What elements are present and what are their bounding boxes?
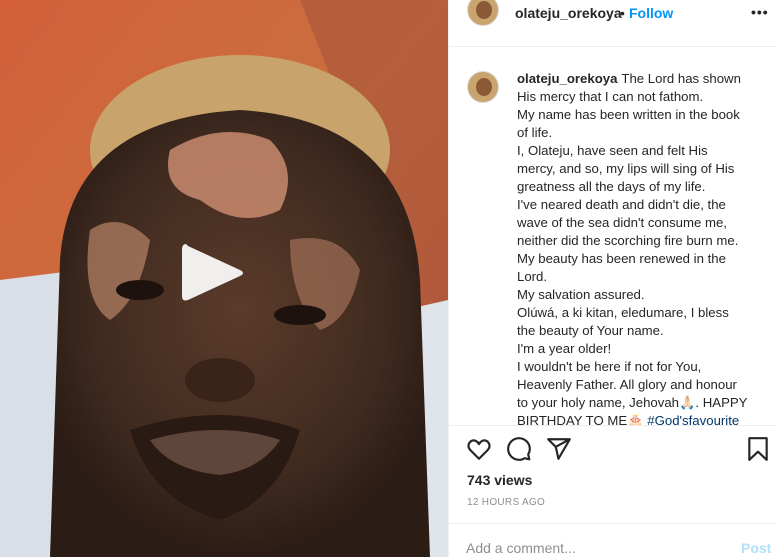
caption-line: greatness all the days of my life. bbox=[517, 179, 706, 194]
caption-line: BIRTHDAY TO ME🎂 #God'sfavourite bbox=[517, 412, 767, 425]
like-button[interactable] bbox=[466, 436, 492, 462]
share-button[interactable] bbox=[546, 436, 572, 462]
caption-line: I'm a year older! bbox=[517, 341, 612, 356]
play-button[interactable] bbox=[180, 240, 246, 306]
caption-line: My beauty has been renewed in the bbox=[517, 251, 726, 266]
view-count[interactable]: 743 views bbox=[467, 472, 532, 488]
hashtag-link[interactable]: #God'sfavourite bbox=[647, 413, 739, 425]
avatar-face bbox=[476, 78, 492, 96]
caption-line: My salvation assured. bbox=[517, 287, 645, 302]
caption-line: Lord. bbox=[517, 269, 548, 284]
actions-divider bbox=[449, 425, 776, 426]
caption-line: I've neared death and didn't die, the bbox=[517, 197, 726, 212]
caption-line-text: BIRTHDAY TO ME🎂 bbox=[517, 413, 644, 425]
comment-button[interactable] bbox=[506, 436, 532, 462]
paper-plane-icon bbox=[547, 438, 571, 460]
separator-dot: • bbox=[620, 5, 625, 21]
post-timestamp[interactable]: 12 HOURS AGO bbox=[467, 497, 545, 508]
video-player[interactable] bbox=[0, 0, 448, 557]
avatar[interactable] bbox=[467, 0, 499, 26]
caption-avatar[interactable] bbox=[467, 71, 499, 103]
save-button[interactable] bbox=[745, 436, 771, 462]
caption-line: to your holy name, Jehovah🙏🏻. HAPPY bbox=[517, 395, 748, 410]
caption-line: I, Olateju, have seen and felt His bbox=[517, 143, 708, 158]
comment-divider bbox=[449, 523, 776, 524]
caption-line: of life. bbox=[517, 125, 553, 140]
post-header: olateju_orekoya • Follow ••• bbox=[449, 0, 776, 28]
follow-button[interactable]: Follow bbox=[629, 5, 673, 21]
comment-input[interactable] bbox=[466, 538, 726, 557]
caption-line: I wouldn't be here if not for You, bbox=[517, 359, 702, 374]
header-username[interactable]: olateju_orekoya bbox=[515, 5, 622, 21]
caption-line: The Lord has shown bbox=[621, 71, 741, 86]
caption-line: Heavenly Father. All glory and honour bbox=[517, 377, 737, 392]
caption-line: mercy, and so, my lips will sing of His bbox=[517, 161, 735, 176]
caption-line: My name has been written in the book bbox=[517, 107, 740, 122]
caption-username[interactable]: olateju_orekoya bbox=[517, 71, 617, 86]
caption-area[interactable]: olateju_orekoya The Lord has shown His me… bbox=[449, 47, 776, 425]
caption-line: Olúwá, a ki kitan, eledumare, I bless bbox=[517, 305, 729, 320]
post-panel: olateju_orekoya • Follow ••• olateju_ore… bbox=[448, 0, 776, 557]
play-icon bbox=[182, 244, 243, 301]
caption-line: the beauty of Your name. bbox=[517, 323, 664, 338]
avatar-face bbox=[476, 1, 492, 19]
caption-text: olateju_orekoya The Lord has shown His me… bbox=[517, 70, 767, 425]
more-options-button[interactable]: ••• bbox=[751, 4, 769, 20]
caption-line: wave of the sea didn't consume me, bbox=[517, 215, 727, 230]
caption-line: neither did the scorching fire burn me. bbox=[517, 233, 739, 248]
comment-icon bbox=[507, 437, 531, 461]
caption-line: His mercy that I can not fathom. bbox=[517, 89, 704, 104]
bookmark-icon bbox=[748, 437, 768, 461]
post-comment-button[interactable]: Post bbox=[741, 540, 771, 556]
heart-icon bbox=[467, 439, 491, 460]
